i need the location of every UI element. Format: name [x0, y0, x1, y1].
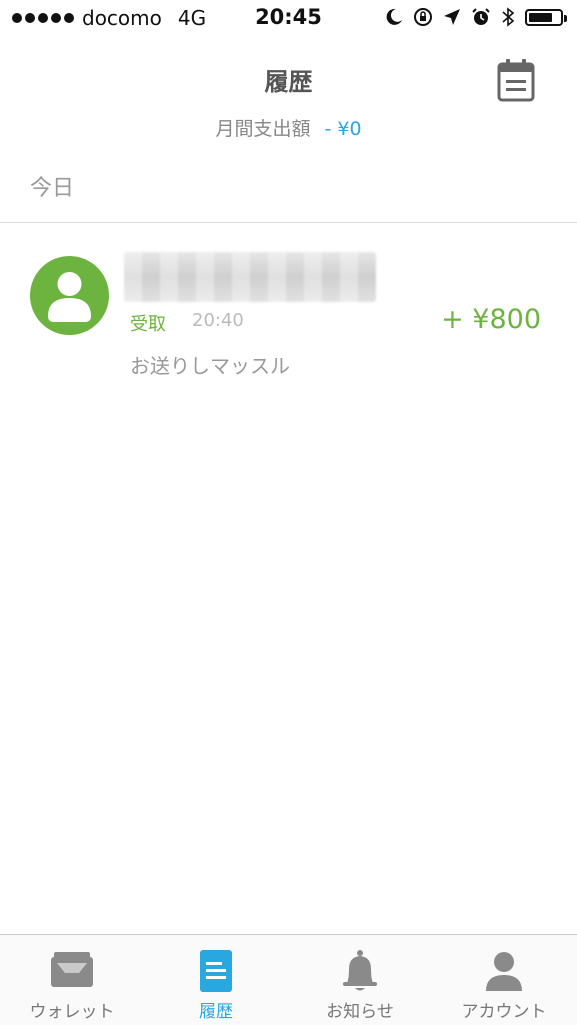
- tab-wallet-label: ウォレット: [29, 1002, 115, 1022]
- bell-icon: [343, 950, 377, 991]
- transaction-amount: + ¥800: [441, 304, 541, 335]
- redacted-sender-name: [124, 252, 376, 302]
- tab-history-label: 履歴: [199, 1002, 233, 1022]
- calendar-icon: [497, 59, 535, 102]
- transaction-row[interactable]: 受取 20:40 + ¥800 お送りしマッスル: [0, 224, 577, 394]
- page-title: 履歴: [264, 68, 313, 96]
- status-bar: docomo 4G 20:45: [0, 0, 577, 38]
- transaction-time: 20:40: [192, 310, 244, 331]
- tab-notifications[interactable]: お知らせ: [288, 935, 432, 1025]
- calendar-button[interactable]: [496, 58, 536, 102]
- transaction-type: 受取: [130, 314, 166, 335]
- rotation-lock-icon: [414, 8, 432, 26]
- bluetooth-icon: [502, 7, 515, 27]
- user-avatar-icon: [30, 256, 109, 335]
- history-icon: [200, 950, 232, 992]
- tab-account-label: アカウント: [461, 1002, 547, 1022]
- divider: [0, 222, 577, 223]
- status-right: [385, 7, 567, 27]
- battery-icon: [525, 8, 567, 26]
- alarm-icon: [472, 8, 490, 25]
- wallet-icon: [51, 952, 93, 987]
- moon-icon: [386, 8, 402, 25]
- monthly-spending: 月間支出額 - ¥0: [0, 114, 577, 141]
- monthly-label: 月間支出額: [215, 118, 311, 140]
- tab-history[interactable]: 履歴: [144, 935, 288, 1025]
- monthly-amount: - ¥0: [324, 118, 362, 140]
- tab-account[interactable]: アカウント: [432, 935, 576, 1025]
- tab-wallet[interactable]: ウォレット: [0, 935, 144, 1025]
- location-icon: [444, 9, 460, 25]
- transaction-message: お送りしマッスル: [130, 354, 290, 378]
- tab-notifications-label: お知らせ: [326, 1002, 394, 1022]
- tab-bar: ウォレット 履歴 お知らせ アカウント: [0, 934, 577, 1025]
- section-header-today: 今日: [30, 176, 75, 201]
- account-icon: [486, 952, 522, 991]
